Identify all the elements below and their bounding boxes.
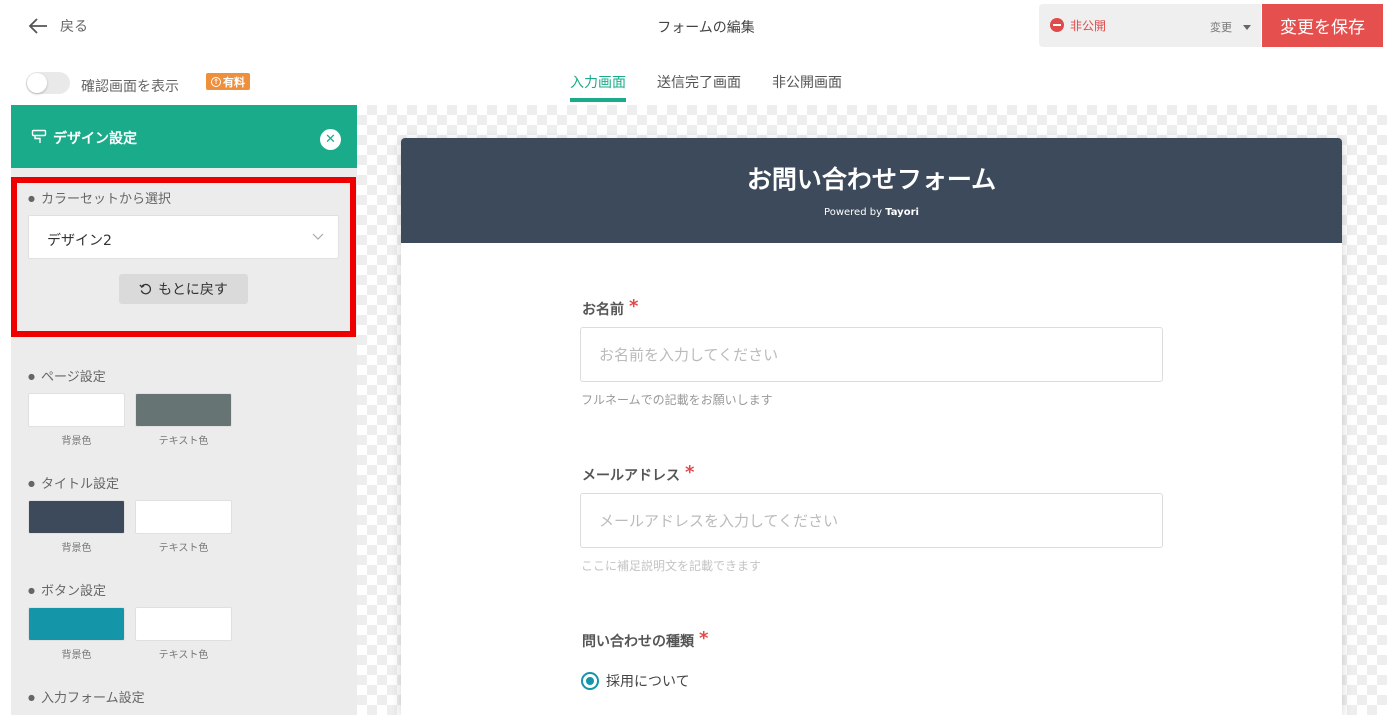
page-text-color-swatch[interactable] [135, 393, 232, 427]
save-changes-button[interactable]: 変更を保存 [1262, 4, 1383, 47]
inquiry-type-label: 問い合わせの種類 * [582, 628, 709, 651]
name-field-label: お名前 * [582, 296, 639, 319]
tab-complete-screen[interactable]: 送信完了画面 [657, 72, 741, 102]
form-preview: お問い合わせフォーム Powered by Tayori お名前 * フルネームで… [401, 138, 1342, 715]
title-bg-color-swatch[interactable] [28, 500, 125, 534]
email-label-text: メールアドレス [582, 468, 680, 484]
powered-brand: Tayori [885, 207, 919, 218]
email-input[interactable] [580, 493, 1163, 548]
input-form-settings-label: 入力フォーム設定 [28, 687, 145, 706]
title-text-color-swatch[interactable] [135, 500, 232, 534]
form-header: お問い合わせフォーム Powered by Tayori [401, 138, 1342, 243]
page-settings-label: ページ設定 [28, 366, 106, 385]
powered-prefix: Powered by [824, 207, 883, 218]
name-help-text: フルネームでの記載をお願いします [581, 393, 773, 407]
button-text-caption: テキスト色 [158, 650, 209, 661]
button-text-color-swatch[interactable] [135, 607, 232, 641]
button-bg-color-swatch[interactable] [28, 607, 125, 641]
form-title: お問い合わせフォーム [746, 165, 997, 194]
tab-private-screen[interactable]: 非公開画面 [772, 72, 842, 102]
title-text-caption: テキスト色 [158, 543, 209, 554]
email-help-text: ここに補足説明文を記載できます [581, 559, 762, 573]
page-text-caption: テキスト色 [158, 436, 209, 447]
page-bg-caption: 背景色 [61, 436, 92, 447]
button-bg-caption: 背景色 [61, 650, 92, 661]
radio-option-recruitment[interactable]: 採用について [581, 671, 690, 691]
status-label: 非公開 [1070, 19, 1107, 33]
name-input[interactable] [580, 327, 1163, 382]
page-bg-color-swatch[interactable] [28, 393, 125, 427]
arrow-up-circle-icon: ↑ [211, 76, 221, 87]
color-set-highlight [11, 177, 356, 337]
required-mark: * [699, 628, 709, 649]
screen-tabs: 入力画面 送信完了画面 非公開画面 [570, 72, 873, 102]
radio-option-label: 採用について [606, 674, 690, 690]
powered-by: Powered by Tayori [401, 207, 1342, 218]
top-bar: 戻る フォームの編集 非公開 変更 変更を保存 [0, 0, 1387, 52]
minus-circle-icon [1050, 18, 1064, 32]
confirm-screen-label: 確認画面を表示 [81, 79, 179, 95]
title-bg-caption: 背景色 [61, 543, 92, 554]
design-settings-header: デザイン設定 ✕ [11, 105, 357, 168]
change-status-label[interactable]: 変更 [1210, 19, 1232, 35]
radio-selected-icon[interactable] [581, 672, 599, 690]
close-icon[interactable]: ✕ [320, 129, 341, 150]
tab-input-screen[interactable]: 入力画面 [570, 72, 626, 102]
design-settings-title: デザイン設定 [53, 131, 137, 147]
required-mark: * [629, 296, 639, 317]
paid-badge: ↑ 有料 [206, 73, 250, 90]
button-settings-label: ボタン設定 [28, 580, 106, 599]
confirm-screen-toggle[interactable] [26, 72, 70, 94]
title-settings-label: タイトル設定 [28, 473, 119, 492]
caret-down-icon [1243, 25, 1251, 30]
paid-badge-label: 有料 [223, 75, 245, 89]
inquiry-type-label-text: 問い合わせの種類 [582, 634, 694, 650]
name-label-text: お名前 [582, 302, 624, 318]
required-mark: * [685, 462, 695, 483]
paint-roller-icon [31, 129, 47, 143]
email-field-label: メールアドレス * [582, 462, 695, 485]
visibility-status[interactable]: 非公開 変更 [1039, 4, 1261, 47]
